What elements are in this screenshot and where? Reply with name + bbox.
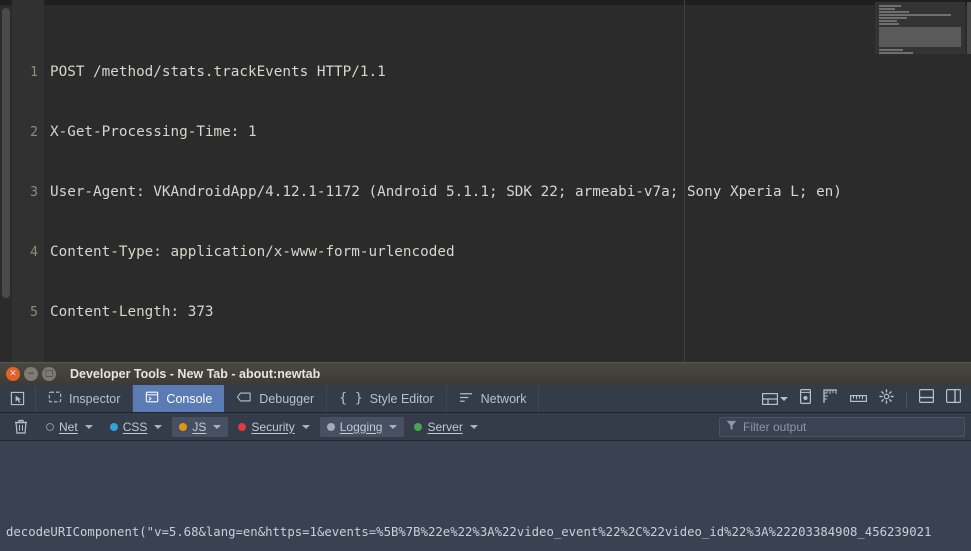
filter-label: Logging [339,419,383,434]
line-text: Content-Length: 373 [50,304,214,320]
chevron-down-icon[interactable] [301,424,310,429]
filter-output-input[interactable]: Filter output [719,417,965,437]
tab-inspector[interactable]: Inspector [36,385,134,412]
tab-network[interactable]: Network [447,385,540,412]
chevron-down-icon[interactable] [469,424,478,429]
chevron-down-icon[interactable] [154,424,163,429]
tab-bar-spacer [539,385,752,412]
tab-label: Console [166,391,213,406]
rulers-icon[interactable] [823,388,838,409]
console-input-line-1: decodeURIComponent("v=5.68&lang=en&https… [6,525,932,540]
chevron-down-icon[interactable] [213,424,222,429]
filter-server[interactable]: Server [407,417,484,437]
chevron-down-icon[interactable] [84,424,93,429]
security-status-dot [238,422,247,431]
line-number: 2 [30,125,38,140]
tab-debugger[interactable]: Debugger [224,385,328,412]
console-icon [145,390,159,407]
screenshot-icon[interactable] [800,388,812,409]
devtools-title-bar[interactable]: ✕ − □ Developer Tools - New Tab - about:… [0,362,971,385]
console-input-message[interactable]: decodeURIComponent("v=5.68&lang=en&https… [0,490,971,551]
debugger-icon [236,390,252,407]
inspector-icon [48,390,62,407]
close-icon[interactable]: ✕ [6,367,20,381]
code-line: 3 User-Agent: VKAndroidApp/4.12.1-1172 (A… [12,182,971,202]
filter-net[interactable]: Net [39,417,100,437]
filter-css[interactable]: CSS [103,417,170,437]
filter-output-placeholder: Filter output [743,420,807,434]
developer-tools-window: ✕ − □ Developer Tools - New Tab - about:… [0,362,971,551]
network-icon [459,391,474,407]
dock-side-icon[interactable] [946,389,962,408]
tab-style-editor[interactable]: { } Style Editor [327,385,447,412]
dock-bottom-icon[interactable] [919,389,935,408]
style-editor-icon: { } [339,391,363,406]
tab-label: Inspector [69,391,121,406]
http-text-editor-pane[interactable]: 1 POST /method/stats.trackEvents HTTP/1.1… [0,0,971,362]
editor-minimap[interactable] [875,2,965,54]
editor-vertical-scrollbar[interactable] [2,8,10,298]
toolbar-separator [906,390,907,407]
devtools-tab-bar: Inspector Console Debugger { } Style Edi… [0,385,971,413]
trash-icon[interactable] [6,419,36,434]
tab-label: Style Editor [369,391,434,406]
chevron-down-icon[interactable] [389,424,398,429]
code-line: 2 X-Get-Processing-Time: 1 [12,122,971,142]
devtools-window-title: Developer Tools - New Tab - about:newtab [70,367,321,381]
tab-console[interactable]: Console [133,385,225,412]
devtools-toolbar-icons [752,385,971,412]
line-number: 3 [30,185,38,200]
server-status-dot [414,422,423,431]
editor-code-area[interactable]: 1 POST /method/stats.trackEvents HTTP/1.1… [12,2,971,362]
devtools-filter-wrap: Net CSS JS Security Logging Server Filte… [0,413,971,441]
code-line: 4 Content-Type: application/x-www-form-ur… [12,242,971,262]
maximize-icon[interactable]: □ [42,367,56,381]
filter-logging[interactable]: Logging [319,416,405,437]
css-status-dot [109,422,118,431]
line-number: 1 [30,65,38,80]
logging-status-dot [326,422,335,431]
settings-gear-icon[interactable] [879,388,894,409]
filter-label: Net [59,419,78,434]
js-status-dot [179,422,188,431]
minimap-scrollbar[interactable] [967,2,971,54]
tab-label: Debugger [259,391,315,406]
tab-label: Network [480,391,527,406]
filter-label: JS [192,419,207,434]
line-number: 5 [30,305,38,320]
line-text: POST /method/stats.trackEvents HTTP/1.1 [50,64,386,80]
filter-label: Security [251,419,295,434]
filter-label: CSS [122,419,148,434]
minimize-icon[interactable]: − [24,367,38,381]
code-line: 5 Content-Length: 373 [12,302,971,322]
element-picker-icon[interactable] [0,385,36,412]
funnel-icon [726,420,737,434]
filter-label: Server [427,419,463,434]
line-text: Content-Type: application/x-www-form-url… [50,244,455,260]
console-output-area[interactable]: decodeURIComponent("v=5.68&lang=en&https… [0,441,971,551]
line-number: 4 [30,245,38,260]
line-text: X-Get-Processing-Time: 1 [50,124,257,140]
responsive-design-mode-icon[interactable] [762,392,788,406]
filter-js[interactable]: JS [172,416,229,437]
net-status-dot [46,422,54,431]
line-text: User-Agent: VKAndroidApp/4.12.1-1172 (An… [50,184,842,200]
code-line: 1 POST /method/stats.trackEvents HTTP/1.1 [12,62,971,82]
filter-security[interactable]: Security [231,417,316,437]
measure-icon[interactable] [850,390,868,408]
